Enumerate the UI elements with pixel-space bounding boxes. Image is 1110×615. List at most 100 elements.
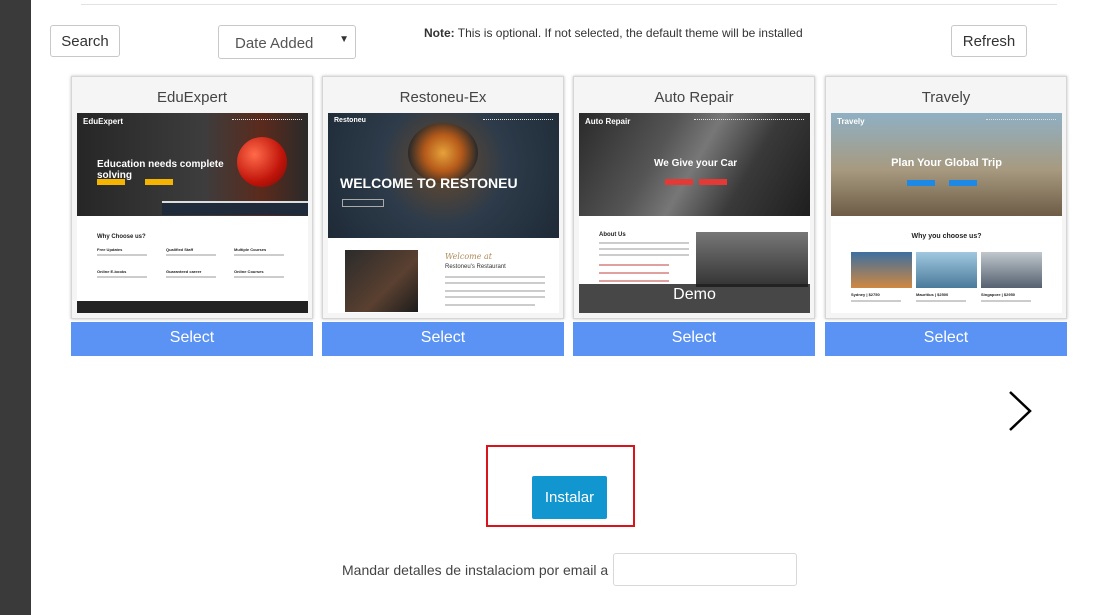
destination-label: Singapore | $2950 <box>981 292 1016 297</box>
preview-text-line <box>599 242 689 244</box>
demo-overlay[interactable]: Demo <box>579 284 810 313</box>
preview-text-line <box>599 264 669 266</box>
divider <box>81 4 1057 5</box>
destination-label: Mauritius | $2500 <box>916 292 949 297</box>
preview-menu <box>986 119 1056 122</box>
preview-footer <box>77 301 308 313</box>
preview-section-heading: Why Choose us? <box>97 234 146 240</box>
preview-menu <box>694 119 804 122</box>
theme-preview-image[interactable]: Restoneu WELCOME TO RESTONEU Welcome at … <box>328 113 559 313</box>
preview-button <box>145 179 173 185</box>
preview-feature: Free Updates <box>97 247 123 252</box>
install-button[interactable]: Instalar <box>532 476 607 519</box>
sort-select-value: Date Added <box>235 35 314 52</box>
preview-button <box>386 199 406 205</box>
preview-heading: Education needs complete solving <box>97 159 224 181</box>
preview-section-heading: Why you choose us? <box>911 233 982 240</box>
theme-preview-image[interactable]: Auto Repair We Give your Car About Us De… <box>579 113 810 313</box>
preview-brand: Restoneu <box>334 117 366 124</box>
preview-text-line <box>445 290 545 292</box>
preview-hero: Auto Repair We Give your Car <box>579 113 810 216</box>
preview-hero: Restoneu WELCOME TO RESTONEU <box>328 113 559 238</box>
preview-brand: Auto Repair <box>585 117 631 126</box>
preview-body: Why Choose us? Free Updates Qualified St… <box>77 216 308 313</box>
books-image <box>162 201 308 215</box>
theme-title: EduExpert <box>156 89 228 106</box>
preview-text-line <box>234 276 284 278</box>
left-sidebar-strip <box>0 0 31 615</box>
preview-button <box>97 179 125 185</box>
preview-text-line <box>981 300 1031 302</box>
preview-text-line <box>445 276 545 278</box>
preview-body: Why you choose us? Sydney | $2750 Maurit… <box>831 216 1062 313</box>
select-button-travely[interactable]: Select <box>825 322 1067 356</box>
preview-text-line <box>599 254 689 256</box>
preview-text-line <box>97 276 147 278</box>
theme-title: Travely <box>921 89 971 106</box>
preview-menu <box>483 119 553 122</box>
preview-feature: Online E-books <box>97 269 127 274</box>
preview-text-line <box>599 248 689 250</box>
preview-heading: We Give your Car <box>654 158 738 169</box>
preview-button <box>665 179 693 185</box>
refresh-button[interactable]: Refresh <box>951 25 1027 57</box>
theme-preview-image[interactable]: Travely Plan Your Global Trip Why you ch… <box>831 113 1062 313</box>
note-text: This is optional. If not selected, the d… <box>454 26 803 40</box>
preview-text-line <box>445 296 545 298</box>
note-label: Note: <box>424 26 455 40</box>
sort-select[interactable]: Date Added ▼ <box>218 25 356 59</box>
preview-heading: Plan Your Global Trip <box>891 157 1002 169</box>
preview-section-heading: About Us <box>599 232 626 238</box>
preview-text-line <box>851 300 901 302</box>
select-button-eduexpert[interactable]: Select <box>71 322 313 356</box>
preview-text-line <box>97 254 147 256</box>
preview-body: Welcome at Restoneu's Restaurant <box>328 238 559 313</box>
theme-card-auto-repair[interactable]: Auto Repair Auto Repair We Give your Car… <box>573 76 815 319</box>
preview-button <box>907 180 935 186</box>
preview-feature: Online Courses <box>234 269 264 274</box>
food-image <box>408 123 478 183</box>
theme-title: Restoneu-Ex <box>399 89 487 106</box>
preview-section-sub: Restoneu's Restaurant <box>445 264 506 270</box>
theme-card-travely[interactable]: Travely Travely Plan Your Global Trip Wh… <box>825 76 1067 319</box>
car-image <box>696 232 808 287</box>
search-button[interactable]: Search <box>50 25 120 57</box>
preview-feature: Multiple Courses <box>234 247 267 252</box>
theme-card-restoneu-ex[interactable]: Restoneu-Ex Restoneu WELCOME TO RESTONEU… <box>322 76 564 319</box>
theme-preview-image[interactable]: EduExpert Education needs complete solvi… <box>77 113 308 313</box>
select-button-auto-repair[interactable]: Select <box>573 322 815 356</box>
preview-text-line <box>234 254 284 256</box>
preview-button <box>699 179 727 185</box>
preview-text-line <box>166 276 216 278</box>
optional-theme-note: Note: This is optional. If not selected,… <box>424 26 803 40</box>
preview-brand: EduExpert <box>83 117 124 126</box>
chevron-right-icon[interactable] <box>1004 390 1044 434</box>
preview-menu <box>232 119 302 122</box>
theme-title: Auto Repair <box>654 89 734 106</box>
preview-text-line <box>599 272 669 274</box>
preview-hero: EduExpert Education needs complete solvi… <box>77 113 308 216</box>
preview-text-line <box>599 280 669 282</box>
preview-text-line <box>166 254 216 256</box>
chevron-down-icon: ▼ <box>339 34 349 45</box>
destination-image <box>981 252 1042 288</box>
destination-image <box>916 252 977 288</box>
preview-feature: Guaranteed career <box>166 269 202 274</box>
preview-feature: Qualified Staff <box>166 247 194 252</box>
theme-card-eduexpert[interactable]: EduExpert EduExpert Education needs comp… <box>71 76 313 319</box>
email-input[interactable] <box>613 553 797 586</box>
preview-heading: WELCOME TO RESTONEU <box>340 175 518 191</box>
preview-text-line <box>445 304 535 306</box>
preview-button <box>949 180 977 186</box>
preview-button <box>342 199 384 207</box>
preview-section-heading: Welcome at <box>445 252 493 261</box>
email-label: Mandar detalles de instalaciom por email… <box>342 562 616 578</box>
destination-label: Sydney | $2750 <box>851 292 880 297</box>
preview-text-line <box>916 300 966 302</box>
preview-text-line <box>445 282 545 284</box>
select-button-restoneu-ex[interactable]: Select <box>322 322 564 356</box>
apple-image <box>237 137 287 187</box>
preview-hero: Travely Plan Your Global Trip <box>831 113 1062 216</box>
destination-image <box>851 252 912 288</box>
preview-brand: Travely <box>837 117 865 126</box>
